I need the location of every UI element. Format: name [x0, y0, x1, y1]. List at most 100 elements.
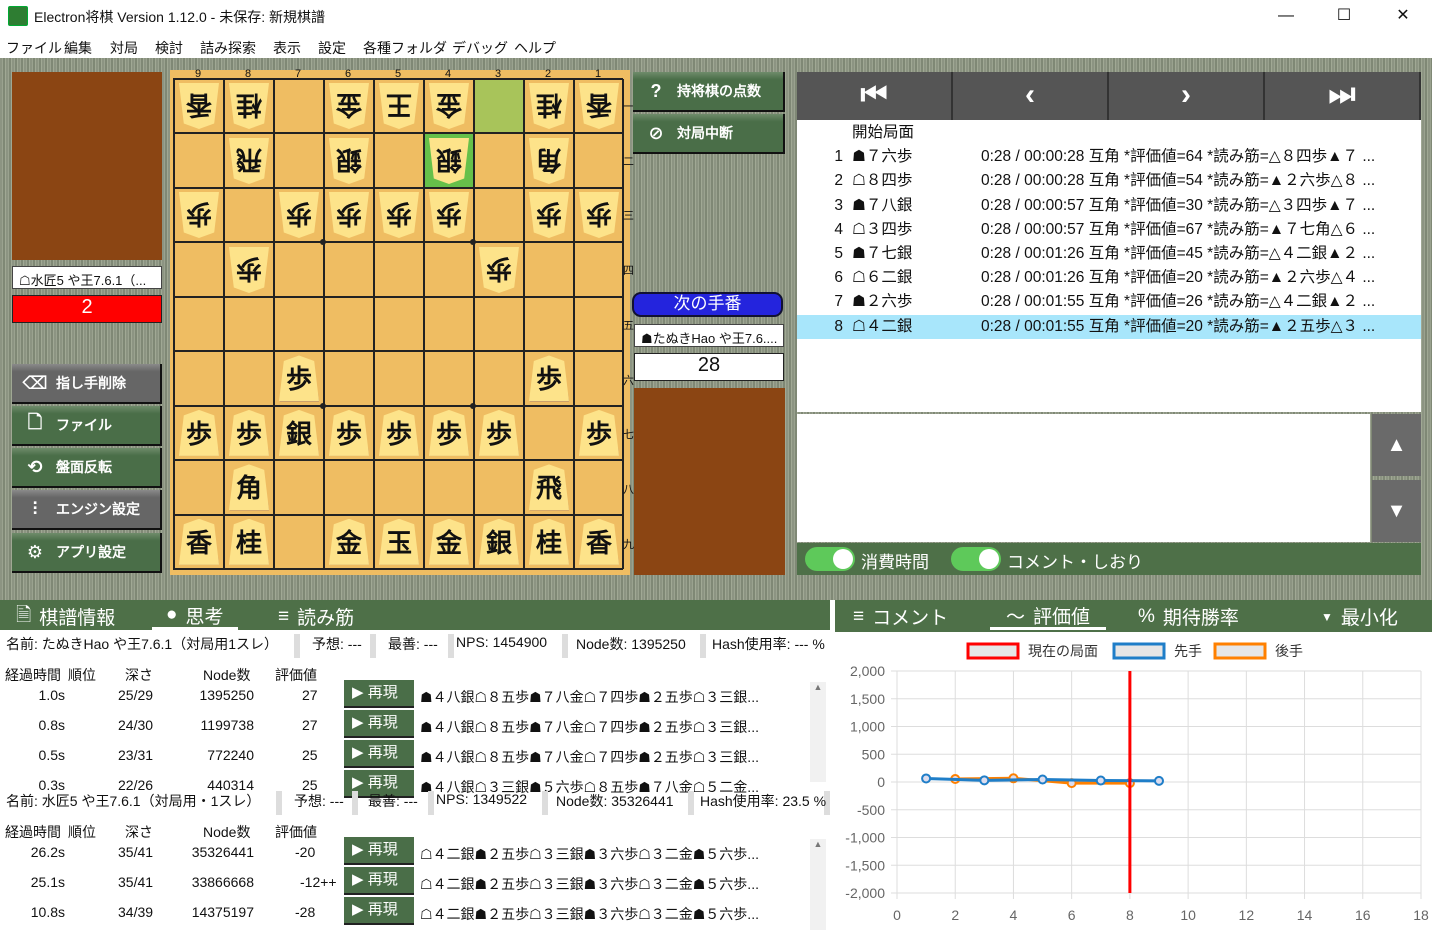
tab-win-rate[interactable]: % 期待勝率 [1138, 603, 1239, 630]
menu-folders[interactable]: 各種フォルダ [363, 38, 447, 58]
vertical-scrollbar[interactable]: ▲ [810, 682, 826, 782]
menu-file[interactable]: ファイル [6, 38, 62, 58]
gote-piece[interactable]: 王 [379, 83, 419, 129]
sente-piece[interactable]: 桂 [229, 518, 269, 565]
board-square[interactable]: 歩 [224, 405, 274, 461]
board-square[interactable]: 銀 [474, 514, 524, 569]
menu-view[interactable]: 表示 [273, 38, 301, 58]
gote-piece[interactable]: 歩 [379, 192, 419, 238]
board-square[interactable] [474, 187, 524, 243]
gote-piece[interactable]: 香 [579, 83, 619, 129]
board-square[interactable] [474, 79, 524, 134]
board-square[interactable]: 桂 [224, 79, 274, 134]
gote-piece[interactable]: 歩 [229, 247, 269, 293]
replay-button[interactable]: ▶ 再現 [344, 867, 414, 895]
gote-piece[interactable]: 歩 [579, 192, 619, 238]
sente-piece[interactable]: 歩 [329, 409, 369, 456]
menu-settings[interactable]: 設定 [318, 38, 346, 58]
move-list-item[interactable]: 5 ☗７七銀 0:28 / 00:01:26 互角 *評価値=45 *読み筋=△４二… [797, 242, 1421, 266]
board-square[interactable]: 香 [574, 79, 624, 134]
board-square[interactable] [474, 460, 524, 515]
board-square[interactable] [324, 296, 374, 352]
move-list-item[interactable]: 1 ☗７六歩 0:28 / 00:00:28 互角 *評価値=64 *読み筋=△８四… [797, 145, 1421, 169]
gote-piece-stand[interactable] [12, 72, 162, 260]
board-square[interactable]: 玉 [374, 514, 424, 569]
sente-piece[interactable]: 歩 [479, 409, 519, 456]
board-square[interactable] [524, 242, 574, 297]
gote-piece[interactable]: 角 [529, 138, 569, 184]
menu-edit[interactable]: 編集 [64, 38, 92, 58]
board-square[interactable] [424, 460, 474, 515]
sente-piece[interactable]: 歩 [279, 355, 319, 402]
replay-button[interactable]: ▶ 再現 [344, 897, 414, 925]
sente-piece[interactable]: 銀 [279, 409, 319, 456]
board-square[interactable]: 歩 [474, 405, 524, 461]
board-square[interactable]: 歩 [274, 187, 324, 243]
board-square[interactable] [374, 242, 424, 297]
board-square[interactable]: 歩 [174, 187, 224, 243]
board-square[interactable]: 歩 [424, 187, 474, 243]
board-square[interactable]: 銀 [324, 133, 374, 188]
scroll-up-button[interactable]: ▲ [1372, 414, 1421, 476]
board-square[interactable]: 歩 [274, 351, 324, 406]
board-square[interactable] [174, 460, 224, 515]
sente-piece[interactable]: 銀 [479, 518, 519, 565]
board-square[interactable] [574, 460, 624, 515]
sente-piece-stand[interactable] [634, 388, 785, 575]
board-square[interactable] [524, 405, 574, 461]
board-square[interactable]: 歩 [374, 187, 424, 243]
board-square[interactable] [274, 133, 324, 188]
board-square[interactable]: 歩 [174, 405, 224, 461]
board-square[interactable]: 飛 [224, 133, 274, 188]
sente-piece[interactable]: 歩 [179, 409, 219, 456]
tab-record-info[interactable]: 🗎 棋譜情報 [16, 603, 115, 630]
board-square[interactable] [174, 133, 224, 188]
board-square[interactable]: 歩 [374, 405, 424, 461]
move-list-item[interactable]: 6 ☖６二銀 0:28 / 00:01:26 互角 *評価値=20 *読み筋=▲２六… [797, 266, 1421, 290]
tab-pv[interactable]: ≡ 読み筋 [278, 603, 354, 630]
board-square[interactable]: 歩 [324, 187, 374, 243]
sente-piece[interactable]: 金 [429, 518, 469, 565]
gote-piece[interactable]: 桂 [529, 83, 569, 129]
board-square[interactable]: 飛 [524, 460, 574, 515]
board-square[interactable] [224, 351, 274, 406]
sente-piece[interactable]: 歩 [529, 355, 569, 402]
board-square[interactable]: 角 [524, 133, 574, 188]
board-square[interactable]: 王 [374, 79, 424, 134]
sente-piece[interactable]: 香 [179, 518, 219, 565]
board-square[interactable] [174, 296, 224, 352]
gote-piece[interactable]: 歩 [429, 192, 469, 238]
gote-piece[interactable]: 銀 [329, 138, 369, 184]
jishogi-points-button[interactable]: ? 持将棋の点数 [633, 72, 785, 112]
flip-board-button[interactable]: ⟲ 盤面反転 [12, 448, 162, 488]
sente-piece[interactable]: 飛 [529, 464, 569, 511]
board-square[interactable] [424, 296, 474, 352]
board-square[interactable]: 銀 [424, 133, 474, 188]
gote-piece[interactable]: 歩 [329, 192, 369, 238]
minimize-panel-button[interactable]: ▼ 最小化 [1321, 603, 1398, 630]
board-square[interactable] [574, 242, 624, 297]
board-square[interactable] [324, 242, 374, 297]
maximize-button[interactable]: ☐ [1324, 4, 1364, 28]
board-square[interactable]: 香 [574, 514, 624, 569]
sente-piece[interactable]: 歩 [229, 409, 269, 456]
replay-button[interactable]: ▶ 再現 [344, 740, 414, 768]
board-square[interactable] [574, 296, 624, 352]
sente-piece[interactable]: 歩 [429, 409, 469, 456]
move-list-item[interactable]: 2 ☖８四歩 0:28 / 00:00:28 互角 *評価値=54 *読み筋=▲２六… [797, 169, 1421, 193]
board-square[interactable] [374, 133, 424, 188]
board-square[interactable] [474, 351, 524, 406]
gote-piece[interactable]: 金 [329, 83, 369, 129]
board-square[interactable]: 歩 [574, 187, 624, 243]
board-square[interactable]: 歩 [424, 405, 474, 461]
board-square[interactable]: 桂 [224, 514, 274, 569]
board-square[interactable]: 歩 [224, 242, 274, 297]
sente-piece[interactable]: 桂 [529, 518, 569, 565]
gote-piece[interactable]: 桂 [229, 83, 269, 129]
close-button[interactable]: ✕ [1383, 4, 1423, 28]
board-square[interactable] [474, 296, 524, 352]
board-square[interactable] [374, 460, 424, 515]
board-square[interactable] [174, 242, 224, 297]
board-square[interactable]: 角 [224, 460, 274, 515]
board-square[interactable] [324, 460, 374, 515]
